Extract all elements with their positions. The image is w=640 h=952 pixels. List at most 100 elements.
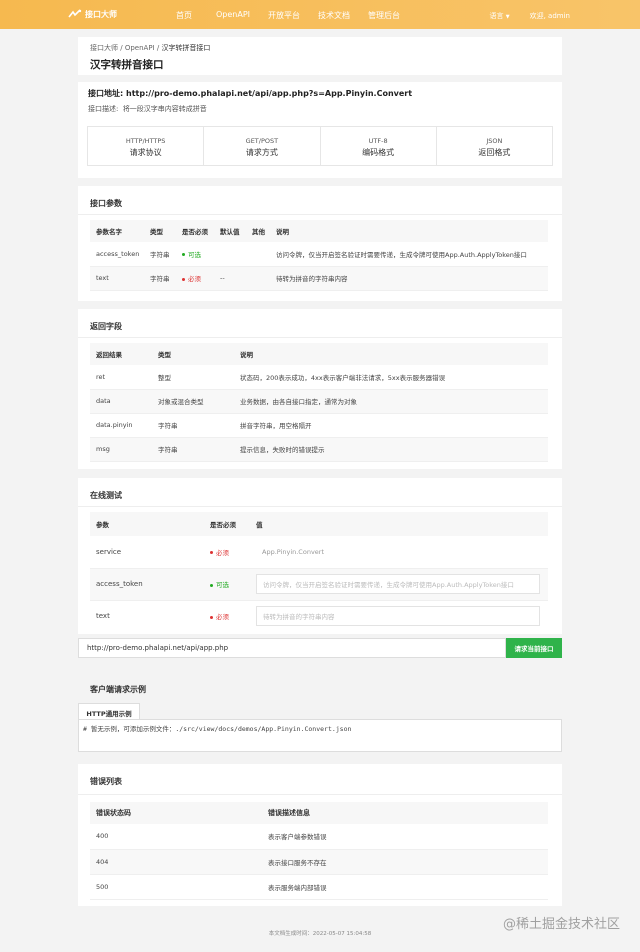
- divider: [78, 794, 562, 795]
- breadcrumb-home[interactable]: 接口大师: [90, 44, 118, 52]
- section-title-test: 在线测试: [90, 491, 122, 500]
- nav-home[interactable]: 首页: [176, 10, 192, 21]
- param-type: 字符串: [144, 266, 176, 291]
- param-default: [214, 242, 246, 267]
- logo[interactable]: 接口大师: [68, 9, 117, 20]
- required-label: 必须: [216, 548, 229, 557]
- table-row: data 对象或混合类型 业务数据，由各自接口指定，通常为对象: [90, 389, 548, 414]
- table-header: 返回结果 类型 说明: [90, 343, 548, 365]
- col-header: 是否必须: [176, 220, 214, 242]
- params-table: 参数名字 类型 是否必须 默认值 其他 说明 access_token 字符串 …: [90, 220, 548, 291]
- errors-card: 错误列表 错误状态码 错误描述信息 400 表示客户端参数错误 404 表示接口服务…: [78, 764, 562, 906]
- return-desc: 拼音字符串，用空格隔开: [234, 413, 548, 438]
- table-header: 参数名字 类型 是否必须 默认值 其他 说明: [90, 220, 548, 242]
- status-dot-icon: [182, 277, 185, 281]
- format-method: GET/POST 请求方式: [204, 127, 321, 165]
- test-param-required: 必须: [204, 536, 250, 569]
- logo-text: 接口大师: [85, 10, 117, 19]
- param-required: 必须: [176, 266, 214, 291]
- divider: [78, 214, 562, 215]
- nav-docs[interactable]: 技术文档: [318, 10, 350, 21]
- table-row: access_token 字符串 可选 访问令牌，仅当开启签名验证时需要传递，生…: [90, 242, 548, 267]
- error-desc: 表示接口服务不存在: [262, 849, 548, 875]
- table-row: text 字符串 必须 -- 待转为拼音的字符串内容: [90, 266, 548, 291]
- section-title-errors: 错误列表: [90, 777, 122, 786]
- param-type: 字符串: [144, 242, 176, 267]
- col-header: 类型: [144, 220, 176, 242]
- service-field[interactable]: App.Pinyin.Convert: [256, 542, 540, 562]
- chevron-down-icon: ▼: [505, 14, 510, 20]
- api-info-card: 接口地址: http://pro-demo.phalapi.net/api/ap…: [78, 82, 562, 178]
- section-title-returns: 返回字段: [90, 322, 122, 331]
- page-title: 汉字转拼音接口: [90, 59, 164, 71]
- return-name: data.pinyin: [90, 413, 152, 438]
- return-name: msg: [90, 437, 152, 462]
- return-desc: 状态码，200表示成功，4xx表示客户端非法请求，5xx表示服务器错误: [234, 365, 548, 390]
- return-type: 字符串: [152, 437, 234, 462]
- api-desc-label: 接口描述:: [88, 105, 119, 113]
- returns-table: 返回结果 类型 说明 ret 整型 状态码，200表示成功，4xx表示客户端非法请求…: [90, 343, 548, 462]
- access-token-input[interactable]: 访问令牌，仅当开启签名验证时需要传递，生成令牌可使用App.Auth.Apply…: [256, 574, 540, 594]
- format-value: 返回格式: [478, 148, 511, 157]
- test-card: 在线测试 参数 是否必须 值 service 必须 App.Pinyin.Con…: [78, 478, 562, 634]
- param-other: [246, 242, 270, 267]
- param-desc: 访问令牌，仅当开启签名验证时需要传递，生成令牌可使用App.Auth.Apply…: [270, 242, 548, 267]
- breadcrumb-openapi[interactable]: OpenAPI: [125, 44, 155, 52]
- table-row: service 必须 App.Pinyin.Convert: [90, 536, 548, 569]
- param-required: 可选: [176, 242, 214, 267]
- param-desc: 待转为拼音的字符串内容: [270, 266, 548, 291]
- required-label: 必须: [188, 275, 201, 283]
- request-url-input[interactable]: http://pro-demo.phalapi.net/api/app.php: [78, 638, 506, 658]
- return-name: ret: [90, 365, 152, 390]
- format-value: 请求方式: [245, 148, 278, 157]
- format-value: 编码格式: [362, 148, 395, 157]
- table-row: msg 字符串 提示信息，失败时的错误提示: [90, 437, 548, 462]
- error-code: 400: [90, 824, 262, 850]
- breadcrumb: 接口大师 / OpenAPI / 汉字转拼音接口: [90, 43, 210, 53]
- format-box: HTTP/HTTPS 请求协议 GET/POST 请求方式 UTF-8 编码格式 JS…: [87, 126, 553, 166]
- format-title: JSON: [486, 137, 503, 145]
- col-header: 说明: [234, 343, 548, 365]
- status-dot-icon: [210, 583, 213, 587]
- test-param-required: 可选: [204, 568, 250, 601]
- language-menu[interactable]: 语言 ▼: [490, 11, 510, 21]
- nav-admin[interactable]: 管理后台: [368, 10, 400, 21]
- breadcrumb-separator: /: [156, 44, 160, 52]
- format-title: UTF-8: [368, 137, 388, 145]
- footer-generated-time: 本文档生成时间：2022-05-07 15:04:58: [268, 931, 372, 937]
- table-row: 400 表示客户端参数错误: [90, 824, 548, 850]
- format-value: 请求协议: [129, 148, 162, 157]
- nav-open-platform[interactable]: 开放平台: [268, 10, 300, 21]
- api-desc-value: 将一段汉字串内容转成拼音: [122, 105, 207, 113]
- return-type: 字符串: [152, 413, 234, 438]
- api-address: 接口地址: http://pro-demo.phalapi.net/api/ap…: [88, 88, 412, 99]
- logo-icon: [68, 9, 82, 18]
- return-type: 对象或混合类型: [152, 389, 234, 414]
- text-input[interactable]: 待转为拼音的字符串内容: [256, 606, 540, 627]
- params-card: 接口参数 参数名字 类型 是否必须 默认值 其他 说明 access_token…: [78, 186, 562, 301]
- test-param-name: text: [96, 612, 110, 621]
- table-header: 参数 是否必须 值: [90, 512, 548, 536]
- param-other: [246, 266, 270, 291]
- test-param-required: 必须: [204, 600, 250, 632]
- table-row: access_token 可选 访问令牌，仅当开启签名验证时需要传递，生成令牌可…: [90, 568, 548, 601]
- test-table: 参数 是否必须 值 service 必须 App.Pinyin.Convert …: [90, 512, 548, 632]
- status-dot-icon: [210, 615, 213, 619]
- table-row: text 必须 待转为拼音的字符串内容: [90, 600, 548, 632]
- submit-request-button[interactable]: 请求当前接口: [506, 638, 562, 658]
- divider: [78, 337, 562, 338]
- test-param-name: service: [90, 536, 204, 569]
- returns-card: 返回字段 返回结果 类型 说明 ret 整型 状态码，200表示成功，4xx表示客户…: [78, 309, 562, 469]
- nav-openapi[interactable]: OpenAPI: [216, 10, 250, 21]
- main-nav: 首页 OpenAPI 开放平台 技术文档 管理后台: [168, 10, 400, 21]
- table-header: 错误状态码 错误描述信息: [90, 802, 548, 824]
- welcome-user[interactable]: 欢迎, admin: [530, 11, 570, 21]
- col-header: 参数: [90, 512, 204, 536]
- client-example-card: 客户端请求示例 HTTP通用示例 # 暂无示例，可添加示例文件：./src/vi…: [78, 676, 562, 752]
- col-header: 说明: [270, 220, 548, 242]
- format-protocol: HTTP/HTTPS 请求协议: [88, 127, 205, 165]
- return-desc: 业务数据，由各自接口指定，通常为对象: [234, 389, 548, 414]
- breadcrumb-current: 汉字转拼音接口: [161, 44, 211, 52]
- error-code: 500: [90, 874, 262, 900]
- test-param-name: access_token: [90, 568, 204, 601]
